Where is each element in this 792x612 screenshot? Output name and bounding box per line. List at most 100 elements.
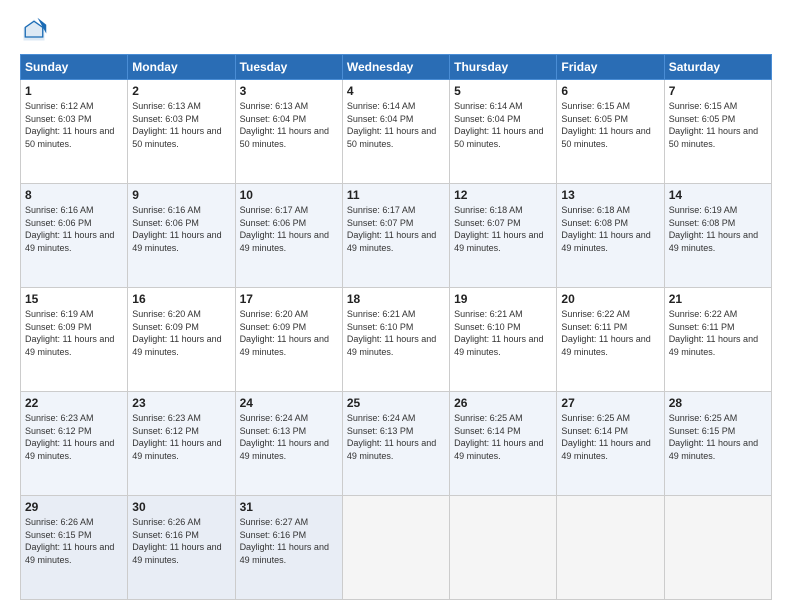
day-info: Sunrise: 6:12 AMSunset: 6:03 PMDaylight:… (25, 101, 114, 149)
calendar-cell: 19 Sunrise: 6:21 AMSunset: 6:10 PMDaylig… (450, 288, 557, 392)
day-number: 13 (561, 188, 659, 202)
calendar-week-row: 15 Sunrise: 6:19 AMSunset: 6:09 PMDaylig… (21, 288, 772, 392)
day-info: Sunrise: 6:23 AMSunset: 6:12 PMDaylight:… (132, 413, 221, 461)
day-number: 24 (240, 396, 338, 410)
day-info: Sunrise: 6:23 AMSunset: 6:12 PMDaylight:… (25, 413, 114, 461)
day-info: Sunrise: 6:19 AMSunset: 6:08 PMDaylight:… (669, 205, 758, 253)
calendar-day-header: Sunday (21, 55, 128, 80)
day-number: 3 (240, 84, 338, 98)
day-number: 12 (454, 188, 552, 202)
day-info: Sunrise: 6:15 AMSunset: 6:05 PMDaylight:… (669, 101, 758, 149)
day-number: 6 (561, 84, 659, 98)
calendar-cell: 4 Sunrise: 6:14 AMSunset: 6:04 PMDayligh… (342, 80, 449, 184)
calendar-cell: 11 Sunrise: 6:17 AMSunset: 6:07 PMDaylig… (342, 184, 449, 288)
day-info: Sunrise: 6:25 AMSunset: 6:14 PMDaylight:… (561, 413, 650, 461)
day-number: 25 (347, 396, 445, 410)
day-number: 5 (454, 84, 552, 98)
calendar-week-row: 29 Sunrise: 6:26 AMSunset: 6:15 PMDaylig… (21, 496, 772, 600)
day-number: 20 (561, 292, 659, 306)
calendar-cell: 30 Sunrise: 6:26 AMSunset: 6:16 PMDaylig… (128, 496, 235, 600)
day-number: 14 (669, 188, 767, 202)
day-info: Sunrise: 6:26 AMSunset: 6:16 PMDaylight:… (132, 517, 221, 565)
day-number: 27 (561, 396, 659, 410)
calendar-day-header: Wednesday (342, 55, 449, 80)
calendar-cell: 7 Sunrise: 6:15 AMSunset: 6:05 PMDayligh… (664, 80, 771, 184)
calendar-cell: 28 Sunrise: 6:25 AMSunset: 6:15 PMDaylig… (664, 392, 771, 496)
day-info: Sunrise: 6:18 AMSunset: 6:08 PMDaylight:… (561, 205, 650, 253)
calendar-week-row: 8 Sunrise: 6:16 AMSunset: 6:06 PMDayligh… (21, 184, 772, 288)
calendar-cell (557, 496, 664, 600)
calendar-cell (450, 496, 557, 600)
calendar-cell: 27 Sunrise: 6:25 AMSunset: 6:14 PMDaylig… (557, 392, 664, 496)
calendar-cell: 6 Sunrise: 6:15 AMSunset: 6:05 PMDayligh… (557, 80, 664, 184)
calendar-day-header: Friday (557, 55, 664, 80)
day-info: Sunrise: 6:26 AMSunset: 6:15 PMDaylight:… (25, 517, 114, 565)
page: SundayMondayTuesdayWednesdayThursdayFrid… (0, 0, 792, 612)
day-info: Sunrise: 6:22 AMSunset: 6:11 PMDaylight:… (561, 309, 650, 357)
day-number: 29 (25, 500, 123, 514)
day-number: 7 (669, 84, 767, 98)
day-number: 4 (347, 84, 445, 98)
calendar-cell: 16 Sunrise: 6:20 AMSunset: 6:09 PMDaylig… (128, 288, 235, 392)
day-number: 16 (132, 292, 230, 306)
calendar-cell: 3 Sunrise: 6:13 AMSunset: 6:04 PMDayligh… (235, 80, 342, 184)
logo (20, 16, 52, 44)
day-number: 23 (132, 396, 230, 410)
day-number: 19 (454, 292, 552, 306)
day-info: Sunrise: 6:22 AMSunset: 6:11 PMDaylight:… (669, 309, 758, 357)
calendar-cell: 25 Sunrise: 6:24 AMSunset: 6:13 PMDaylig… (342, 392, 449, 496)
calendar-cell: 9 Sunrise: 6:16 AMSunset: 6:06 PMDayligh… (128, 184, 235, 288)
calendar-week-row: 22 Sunrise: 6:23 AMSunset: 6:12 PMDaylig… (21, 392, 772, 496)
day-info: Sunrise: 6:21 AMSunset: 6:10 PMDaylight:… (454, 309, 543, 357)
day-info: Sunrise: 6:24 AMSunset: 6:13 PMDaylight:… (347, 413, 436, 461)
calendar-cell: 21 Sunrise: 6:22 AMSunset: 6:11 PMDaylig… (664, 288, 771, 392)
calendar-day-header: Monday (128, 55, 235, 80)
day-info: Sunrise: 6:25 AMSunset: 6:15 PMDaylight:… (669, 413, 758, 461)
calendar-cell: 23 Sunrise: 6:23 AMSunset: 6:12 PMDaylig… (128, 392, 235, 496)
calendar-cell (342, 496, 449, 600)
calendar-cell: 8 Sunrise: 6:16 AMSunset: 6:06 PMDayligh… (21, 184, 128, 288)
day-info: Sunrise: 6:17 AMSunset: 6:06 PMDaylight:… (240, 205, 329, 253)
header (20, 16, 772, 44)
day-number: 31 (240, 500, 338, 514)
calendar-cell: 1 Sunrise: 6:12 AMSunset: 6:03 PMDayligh… (21, 80, 128, 184)
day-number: 11 (347, 188, 445, 202)
day-info: Sunrise: 6:13 AMSunset: 6:03 PMDaylight:… (132, 101, 221, 149)
calendar-table: SundayMondayTuesdayWednesdayThursdayFrid… (20, 54, 772, 600)
day-info: Sunrise: 6:16 AMSunset: 6:06 PMDaylight:… (25, 205, 114, 253)
day-info: Sunrise: 6:15 AMSunset: 6:05 PMDaylight:… (561, 101, 650, 149)
calendar-cell: 2 Sunrise: 6:13 AMSunset: 6:03 PMDayligh… (128, 80, 235, 184)
calendar-cell: 5 Sunrise: 6:14 AMSunset: 6:04 PMDayligh… (450, 80, 557, 184)
logo-icon (20, 16, 48, 44)
calendar-cell: 17 Sunrise: 6:20 AMSunset: 6:09 PMDaylig… (235, 288, 342, 392)
day-number: 26 (454, 396, 552, 410)
calendar-day-header: Tuesday (235, 55, 342, 80)
day-number: 17 (240, 292, 338, 306)
day-info: Sunrise: 6:14 AMSunset: 6:04 PMDaylight:… (454, 101, 543, 149)
calendar-cell: 15 Sunrise: 6:19 AMSunset: 6:09 PMDaylig… (21, 288, 128, 392)
calendar-cell: 24 Sunrise: 6:24 AMSunset: 6:13 PMDaylig… (235, 392, 342, 496)
day-number: 2 (132, 84, 230, 98)
day-number: 21 (669, 292, 767, 306)
calendar-cell: 13 Sunrise: 6:18 AMSunset: 6:08 PMDaylig… (557, 184, 664, 288)
calendar-cell: 10 Sunrise: 6:17 AMSunset: 6:06 PMDaylig… (235, 184, 342, 288)
calendar-cell: 20 Sunrise: 6:22 AMSunset: 6:11 PMDaylig… (557, 288, 664, 392)
calendar-cell (664, 496, 771, 600)
calendar-cell: 12 Sunrise: 6:18 AMSunset: 6:07 PMDaylig… (450, 184, 557, 288)
day-number: 28 (669, 396, 767, 410)
calendar-cell: 29 Sunrise: 6:26 AMSunset: 6:15 PMDaylig… (21, 496, 128, 600)
day-number: 30 (132, 500, 230, 514)
day-info: Sunrise: 6:13 AMSunset: 6:04 PMDaylight:… (240, 101, 329, 149)
day-number: 18 (347, 292, 445, 306)
calendar-cell: 31 Sunrise: 6:27 AMSunset: 6:16 PMDaylig… (235, 496, 342, 600)
day-info: Sunrise: 6:16 AMSunset: 6:06 PMDaylight:… (132, 205, 221, 253)
day-number: 8 (25, 188, 123, 202)
day-number: 10 (240, 188, 338, 202)
calendar-header-row: SundayMondayTuesdayWednesdayThursdayFrid… (21, 55, 772, 80)
calendar-cell: 22 Sunrise: 6:23 AMSunset: 6:12 PMDaylig… (21, 392, 128, 496)
day-info: Sunrise: 6:17 AMSunset: 6:07 PMDaylight:… (347, 205, 436, 253)
day-number: 15 (25, 292, 123, 306)
day-info: Sunrise: 6:24 AMSunset: 6:13 PMDaylight:… (240, 413, 329, 461)
day-info: Sunrise: 6:20 AMSunset: 6:09 PMDaylight:… (132, 309, 221, 357)
day-info: Sunrise: 6:21 AMSunset: 6:10 PMDaylight:… (347, 309, 436, 357)
